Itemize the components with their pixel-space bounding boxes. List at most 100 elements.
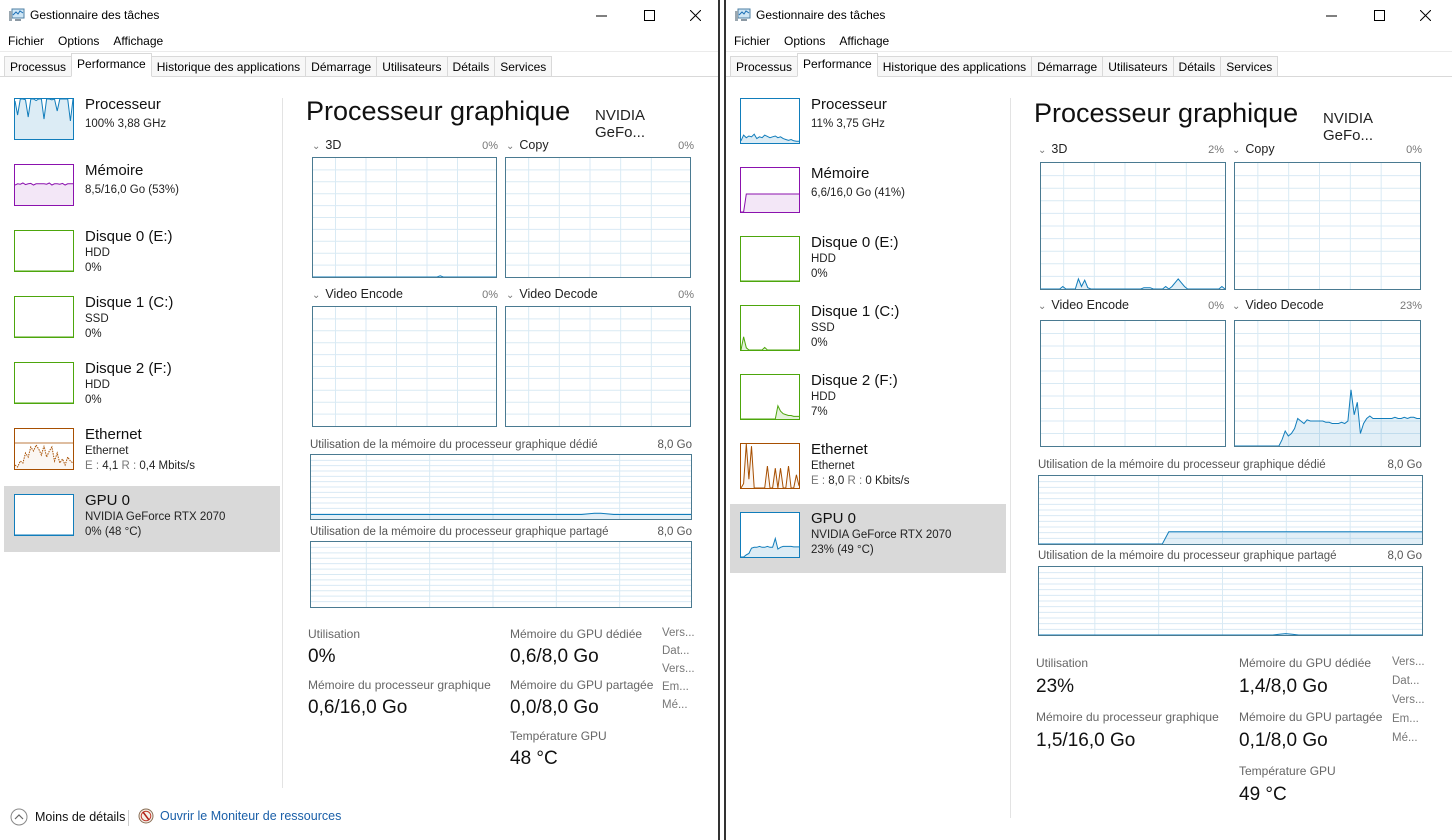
resource-monitor-icon: [138, 808, 154, 824]
engine-selector-3d[interactable]: ⌄ 3D: [1038, 142, 1067, 156]
engine-pct-video-encode: 0%: [1208, 300, 1224, 312]
series-area: [741, 336, 799, 350]
title-bar[interactable]: Gestionnaire des tâches: [0, 0, 718, 30]
sidebar-item-disk[interactable]: Disque 1 (C:) SSD 0%: [730, 297, 1006, 366]
sidebar-item-value: 0%: [85, 328, 102, 340]
menu-bar: Fichier Options Affichage: [0, 30, 718, 52]
series-line: [1039, 633, 1422, 635]
sidebar-item-detail: NVIDIA GeForce RTX 2070: [85, 511, 226, 523]
resource-monitor-label: Ouvrir le Moniteur de ressources: [160, 809, 342, 823]
engine-label: Video Encode: [325, 287, 404, 301]
engine-selector-video-encode[interactable]: ⌄ Video Encode: [1038, 298, 1129, 312]
gpu-memory-value: 1,5/16,0 Go: [1036, 730, 1136, 751]
menu-options[interactable]: Options: [784, 34, 825, 48]
series-line: [741, 336, 799, 350]
engine-selector-video-encode[interactable]: ⌄ Video Encode: [312, 287, 403, 301]
graph-video-decode: [1234, 320, 1421, 447]
series-area: [1041, 278, 1225, 289]
tab-demarrage[interactable]: Démarrage: [1031, 56, 1104, 76]
sidebar-item-value: 0%: [811, 268, 828, 280]
engine-selector-copy[interactable]: ⌄ Copy: [1232, 142, 1275, 156]
pane-divider[interactable]: [282, 98, 283, 788]
maximize-button[interactable]: [626, 0, 672, 30]
menu-affichage[interactable]: Affichage: [839, 34, 889, 48]
engine-selector-video-decode[interactable]: ⌄ Video Decode: [1232, 298, 1324, 312]
less-details-button[interactable]: Moins de détails: [10, 808, 125, 826]
throughput-label: R :: [121, 460, 137, 472]
prop-driver-date: Dat...: [1392, 675, 1420, 687]
chevron-down-icon: ⌄: [506, 290, 515, 301]
utilisation-value: 0%: [308, 646, 336, 667]
gpu-thumbnail-graph: [14, 494, 74, 536]
sidebar-item-disk[interactable]: Disque 0 (E:) HDD 0%: [4, 222, 280, 288]
sidebar-item-cpu[interactable]: Processeur 100% 3,88 GHz: [4, 90, 280, 156]
close-button[interactable]: [1402, 0, 1448, 30]
sidebar-item-ethernet[interactable]: Ethernet Ethernet E : 4,1 R : 0,4 Mbits/s: [4, 420, 280, 486]
sidebar-item-detail: HDD: [811, 253, 836, 265]
sidebar-item-memory[interactable]: Mémoire 6,6/16,0 Go (41%): [730, 159, 1006, 228]
engine-label: Copy: [519, 138, 549, 152]
menu-affichage[interactable]: Affichage: [113, 34, 163, 48]
chevron-down-icon: ⌄: [312, 141, 321, 152]
maximize-button[interactable]: [1356, 0, 1402, 30]
menu-fichier[interactable]: Fichier: [8, 34, 44, 48]
prop-driver-version: Vers...: [662, 627, 695, 639]
task-manager-window-left: Gestionnaire des tâches Fichier Options …: [0, 0, 720, 840]
series-line: [313, 275, 496, 277]
tab-performance[interactable]: Performance: [797, 53, 878, 77]
tab-processus[interactable]: Processus: [4, 56, 73, 76]
disk-thumbnail-graph: [14, 230, 74, 272]
disk-thumbnail-graph: [740, 374, 800, 420]
tab-bar: Processus Performance Historique des app…: [726, 52, 1452, 77]
sidebar-item-detail: HDD: [811, 391, 836, 403]
minimize-button[interactable]: [1308, 0, 1354, 30]
engine-label: 3D: [325, 138, 342, 152]
tab-performance[interactable]: Performance: [71, 53, 152, 77]
graph-shared-memory: [310, 541, 692, 608]
resource-monitor-link[interactable]: Ouvrir le Moniteur de ressources: [138, 808, 341, 824]
pane-divider[interactable]: [1010, 98, 1011, 818]
footer-separator: [128, 810, 129, 826]
minimize-button[interactable]: [578, 0, 624, 30]
engine-selector-3d[interactable]: ⌄ 3D: [312, 138, 341, 152]
sidebar-item-title: Disque 0 (E:): [811, 234, 899, 251]
tab-historique[interactable]: Historique des applications: [150, 56, 307, 76]
tab-processus[interactable]: Processus: [730, 56, 799, 76]
sidebar-item-disk[interactable]: Disque 0 (E:) HDD 0%: [730, 228, 1006, 297]
engine-pct-3d: 2%: [1208, 144, 1224, 156]
tab-utilisateurs[interactable]: Utilisateurs: [1102, 56, 1174, 76]
footer: Moins de détails Ouvrir le Moniteur de r…: [0, 790, 718, 840]
sidebar-item-memory[interactable]: Mémoire 8,5/16,0 Go (53%): [4, 156, 280, 222]
task-manager-window-right: Gestionnaire des tâches Fichier Options …: [724, 0, 1452, 840]
engine-pct-video-decode: 0%: [678, 289, 694, 301]
close-button[interactable]: [672, 0, 718, 30]
tab-historique[interactable]: Historique des applications: [876, 56, 1033, 76]
prop-directx-version: Vers...: [662, 663, 695, 675]
shared-memory-max: 8,0 Go: [657, 526, 692, 538]
shared-memory-max: 8,0 Go: [1387, 550, 1422, 562]
dedicated-memory-label: Utilisation de la mémoire du processeur …: [310, 439, 598, 451]
tab-demarrage[interactable]: Démarrage: [305, 56, 378, 76]
menu-options[interactable]: Options: [58, 34, 99, 48]
sidebar-item-disk[interactable]: Disque 2 (F:) HDD 0%: [4, 354, 280, 420]
tab-services[interactable]: Services: [1220, 56, 1279, 76]
window-title: Gestionnaire des tâches: [30, 8, 160, 22]
sidebar-item-cpu[interactable]: Processeur 11% 3,75 GHz: [730, 90, 1006, 159]
engine-selector-video-decode[interactable]: ⌄ Video Decode: [506, 287, 598, 301]
sidebar-item-gpu[interactable]: GPU 0 NVIDIA GeForce RTX 2070 23% (49 °C): [730, 504, 1006, 573]
engine-selector-copy[interactable]: ⌄ Copy: [506, 138, 549, 152]
sidebar-item-value: 0% (48 °C): [85, 526, 142, 538]
sidebar-item-ethernet[interactable]: Ethernet Ethernet E : 8,0 R : 0 Kbits/s: [730, 435, 1006, 504]
cpu-thumbnail-graph: [740, 98, 800, 144]
title-bar[interactable]: Gestionnaire des tâches: [726, 0, 1452, 30]
tab-services[interactable]: Services: [494, 56, 553, 76]
temperature-label: Température GPU: [1239, 764, 1336, 778]
tab-details[interactable]: Détails: [446, 56, 496, 76]
menu-fichier[interactable]: Fichier: [734, 34, 770, 48]
sidebar-item-disk[interactable]: Disque 2 (F:) HDD 7%: [730, 366, 1006, 435]
sidebar-item-throughput: E : 8,0 R : 0 Kbits/s: [811, 475, 909, 487]
tab-details[interactable]: Détails: [1172, 56, 1222, 76]
sidebar-item-disk[interactable]: Disque 1 (C:) SSD 0%: [4, 288, 280, 354]
tab-utilisateurs[interactable]: Utilisateurs: [376, 56, 448, 76]
sidebar-item-gpu[interactable]: GPU 0 NVIDIA GeForce RTX 2070 0% (48 °C): [4, 486, 280, 552]
